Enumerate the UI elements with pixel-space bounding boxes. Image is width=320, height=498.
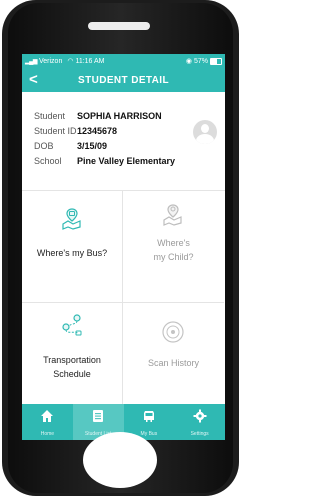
student-id-label: Student ID (34, 126, 77, 136)
time-label: 11:16 AM (75, 57, 105, 65)
bus-icon (143, 411, 154, 422)
child-map-icon (163, 204, 182, 226)
battery-icon (210, 57, 222, 65)
route-icon (62, 314, 82, 336)
status-bar: ▂▄▆ Verizon ◠ 11:16 AM ◉ 57% (22, 54, 225, 68)
scan-history-label: Scan History (147, 358, 200, 368)
wheres-my-bus-label: Where's my Bus? (36, 248, 108, 258)
student-name-row: Student SOPHIA HARRISON (34, 111, 162, 121)
phone-frame: ▂▄▆ Verizon ◠ 11:16 AM ◉ 57% < STUDENT D… (2, 0, 239, 496)
signal-icon: ▂▄▆ (25, 58, 37, 65)
action-grid: Where's my Bus? Where's my Child? Transp… (22, 190, 225, 415)
student-school-value: Pine Valley Elementary (77, 156, 176, 166)
wheres-my-bus-tile[interactable]: Where's my Bus? (22, 191, 123, 303)
phone-speaker (88, 22, 150, 30)
carrier-label: Verizon (38, 57, 63, 65)
student-name-value: SOPHIA HARRISON (77, 111, 162, 121)
wheres-my-child-label-line1: Where's (157, 238, 190, 248)
alarm-icon: ◉ (185, 58, 192, 65)
tab-home[interactable]: Home (22, 404, 73, 440)
student-dob-label: DOB (34, 141, 54, 151)
student-info-card: Student SOPHIA HARRISON Student ID 12345… (22, 92, 225, 190)
transportation-schedule-label-line1: Transportation (43, 355, 101, 365)
student-dob-row: DOB 3/15/09 (34, 141, 107, 151)
student-school-row: School Pine Valley Elementary (34, 156, 175, 166)
student-school-label: School (34, 156, 62, 166)
battery-label: 57% (193, 57, 208, 65)
page-title: STUDENT DETAIL (78, 75, 169, 86)
bus-map-icon (62, 208, 81, 230)
avatar (193, 120, 217, 144)
student-dob-value: 3/15/09 (77, 141, 108, 151)
scan-history-tile[interactable]: Scan History (123, 303, 224, 415)
student-list-icon (93, 410, 104, 422)
wheres-my-child-tile[interactable]: Where's my Child? (123, 191, 224, 303)
transportation-schedule-tile[interactable]: Transportation Schedule (22, 303, 123, 415)
scan-history-icon (162, 321, 184, 343)
wheres-my-child-label-line2: my Child? (153, 252, 194, 262)
phone-home-button[interactable] (83, 432, 157, 488)
student-id-row: Student ID 12345678 (34, 126, 117, 136)
student-name-label: Student (34, 111, 66, 121)
app-screen: ▂▄▆ Verizon ◠ 11:16 AM ◉ 57% < STUDENT D… (22, 54, 225, 440)
tab-home-label: Home (40, 431, 55, 437)
tab-settings[interactable]: Settings (174, 404, 225, 440)
tab-settings-label: Settings (190, 431, 209, 437)
nav-bar: < STUDENT DETAIL (22, 68, 225, 92)
transportation-schedule-label-line2: Schedule (53, 369, 91, 379)
gear-icon (193, 409, 207, 423)
student-id-value: 12345678 (77, 126, 118, 136)
wifi-icon: ◠ (67, 58, 74, 65)
home-icon (41, 410, 54, 422)
